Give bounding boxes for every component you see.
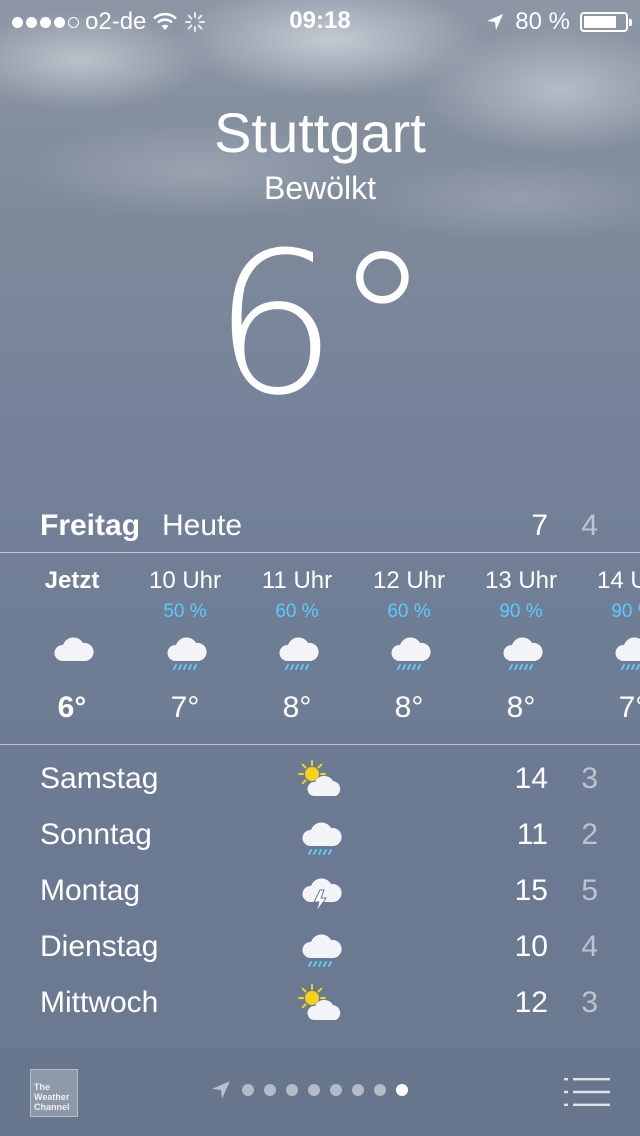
page-dot[interactable]	[396, 1084, 408, 1096]
weather-channel-logo[interactable]: The Weather Channel	[30, 1069, 78, 1117]
hour-temperature: 8°	[282, 691, 312, 724]
city-list-button[interactable]	[564, 1077, 610, 1107]
today-label: Heute	[162, 509, 243, 542]
daily-high: 12	[514, 986, 548, 1019]
rain-icon	[296, 926, 344, 970]
weekday-name: Sonntag	[40, 818, 152, 851]
location-arrow-icon	[487, 14, 504, 30]
daily-high: 10	[514, 930, 548, 963]
daily-low: 3	[581, 762, 598, 795]
page-dot[interactable]	[374, 1084, 386, 1096]
weekday-name: Montag	[40, 874, 141, 907]
today-low: 4	[581, 509, 598, 542]
page-indicator[interactable]	[210, 1079, 408, 1101]
precip-probability: 50 %	[163, 601, 207, 622]
battery-fill	[584, 16, 616, 28]
hour-label: 11 Uhr	[261, 567, 333, 594]
daily-high: 14	[514, 762, 548, 795]
daily-forecast-list[interactable]: Samstag 14 3 Sonntag 11 2 Montag 15 5 Dienstag 10 4…	[0, 752, 640, 1048]
daily-low: 2	[581, 818, 598, 851]
cloud-icon	[16, 629, 128, 673]
page-dot[interactable]	[264, 1084, 276, 1096]
hour-temperature: 7°	[170, 691, 200, 724]
hourly-forecast-scroller[interactable]: Jetzt 6° 10 Uhr 50 % 7° 11 Uhr 60 % 8° 12 Uhr 60 …	[0, 553, 640, 743]
daily-low: 5	[581, 874, 598, 907]
rain-icon	[129, 629, 241, 673]
hour-label: 13 Uhr	[484, 567, 558, 594]
weekday-name: Dienstag	[40, 930, 159, 963]
page-dot[interactable]	[242, 1084, 254, 1096]
rain-icon	[296, 814, 344, 858]
today-high: 7	[531, 509, 548, 542]
hour-temperature: 6°	[57, 691, 87, 724]
hour-temperature: 7°	[618, 691, 640, 724]
precip-probability: 90 %	[611, 601, 640, 622]
page-dot[interactable]	[286, 1084, 298, 1096]
daily-low: 4	[581, 930, 598, 963]
hour-temperature: 8°	[506, 691, 536, 724]
current-temperature: 6°	[212, 211, 432, 439]
rain-icon	[577, 629, 640, 673]
battery-percent: 80 %	[515, 8, 570, 35]
today-summary: Freitag Heute 7 4	[0, 505, 640, 549]
precip-probability: 90 %	[499, 601, 543, 622]
rain-icon	[465, 629, 577, 673]
daily-row: Montag 15 5	[0, 864, 640, 920]
page-dot[interactable]	[352, 1084, 364, 1096]
hour-label: 14 Uhr	[596, 567, 640, 594]
bottom-toolbar: The Weather Channel	[0, 1049, 640, 1136]
page-dot[interactable]	[330, 1084, 342, 1096]
daily-row: Samstag 14 3	[0, 752, 640, 808]
city-name: Stuttgart	[214, 101, 426, 164]
thunderstorm-icon	[296, 870, 344, 914]
status-bar: o2-de 09:18 80 %	[0, 0, 640, 40]
daily-row: Mittwoch 12 3	[0, 976, 640, 1032]
rain-icon	[353, 629, 465, 673]
weekday-name: Mittwoch	[40, 986, 159, 1019]
partly-sunny-icon	[296, 982, 344, 1026]
rain-icon	[241, 629, 353, 673]
today-weekday: Freitag	[40, 509, 141, 542]
hour-label: 10 Uhr	[148, 567, 222, 594]
daily-high: 15	[514, 874, 548, 907]
weekday-name: Samstag	[40, 762, 159, 795]
divider	[0, 744, 640, 745]
precip-probability: 60 %	[275, 601, 319, 622]
precip-probability: 60 %	[387, 601, 431, 622]
daily-row: Sonntag 11 2	[0, 808, 640, 864]
current-condition: Bewölkt	[263, 170, 377, 206]
hour-label: 12 Uhr	[372, 567, 446, 594]
hour-temperature: 8°	[394, 691, 424, 724]
daily-low: 3	[581, 986, 598, 1019]
page-dot[interactable]	[308, 1084, 320, 1096]
daily-row: Dienstag 10 4	[0, 920, 640, 976]
daily-high: 11	[516, 818, 548, 851]
current-location-page-icon	[212, 1081, 230, 1099]
battery-icon	[580, 12, 632, 32]
partly-sunny-icon	[296, 758, 344, 802]
hour-label: Jetzt	[44, 567, 100, 594]
